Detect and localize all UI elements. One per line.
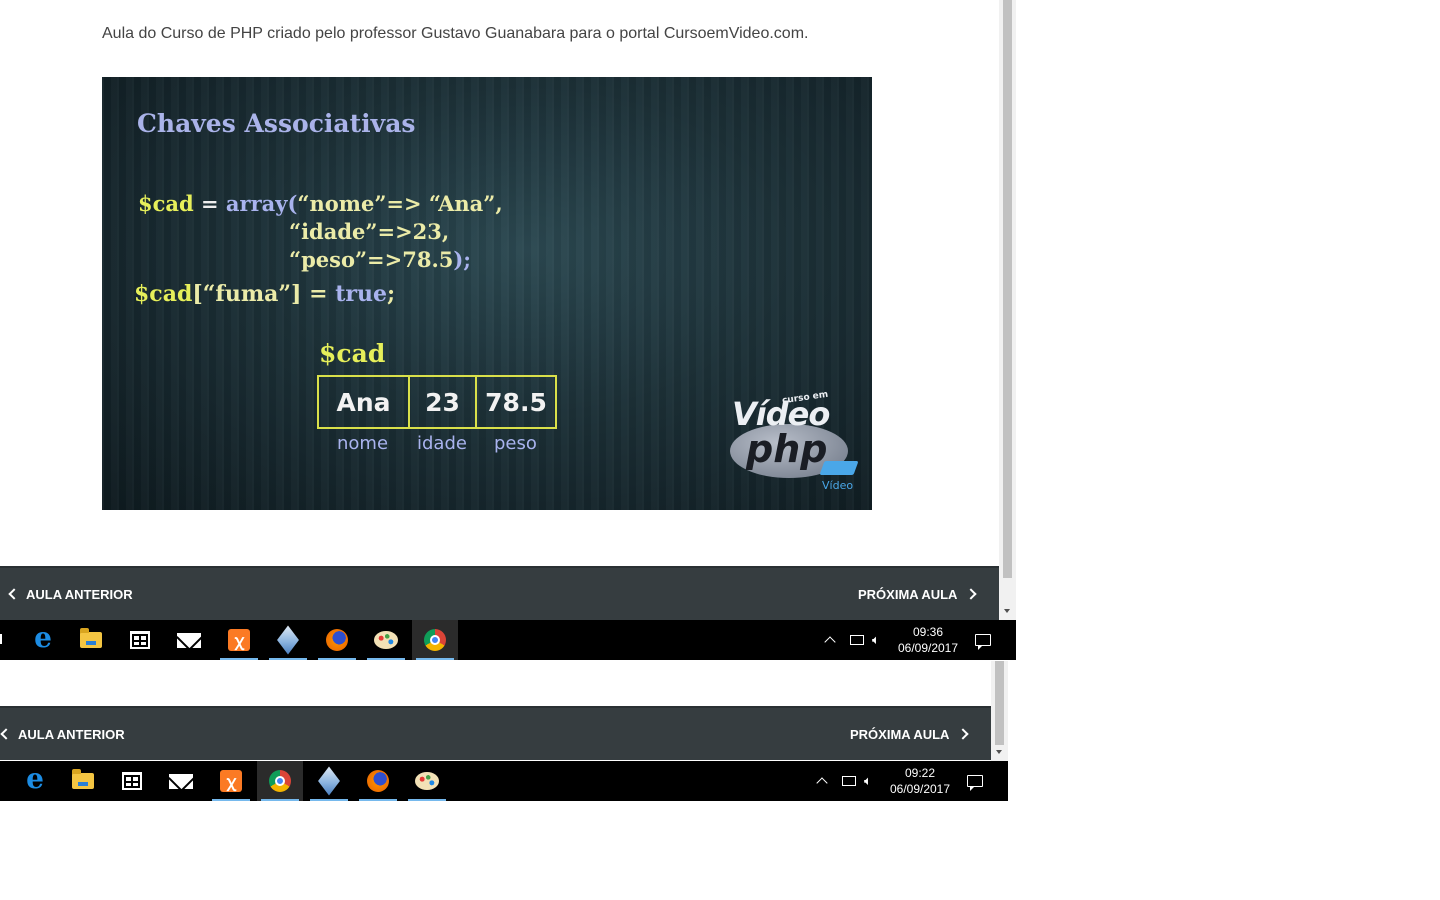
paint-icon[interactable] bbox=[404, 761, 450, 801]
chevron-left-icon bbox=[0, 728, 12, 740]
chevron-right-icon bbox=[965, 588, 978, 600]
code-fn: array( bbox=[225, 191, 298, 216]
start-button-edge[interactable] bbox=[0, 634, 2, 644]
network-icon[interactable] bbox=[842, 761, 856, 801]
array-cell: 78.5 bbox=[475, 375, 557, 429]
slide-title: Chaves Associativas bbox=[137, 109, 416, 138]
store-icon[interactable] bbox=[117, 620, 163, 660]
action-center-icon[interactable] bbox=[975, 620, 991, 660]
previous-lesson-label: AULA ANTERIOR bbox=[18, 726, 125, 742]
page-content: Aula do Curso de PHP criado pelo profess… bbox=[0, 0, 999, 620]
browser-screenshot-1: Aula do Curso de PHP criado pelo profess… bbox=[0, 0, 1016, 661]
logo-php-text: php bbox=[746, 427, 828, 471]
chrome-icon[interactable] bbox=[257, 761, 303, 801]
firefox-icon[interactable] bbox=[314, 620, 360, 660]
vertical-scrollbar[interactable] bbox=[991, 661, 1008, 761]
array-key: nome bbox=[337, 433, 389, 454]
curso-em-video-php-logo: Vídeo curso em php Vídeo bbox=[724, 389, 864, 495]
lesson-navigation-bar: AULA ANTERIOR PRÓXIMA AULA bbox=[0, 566, 999, 620]
volume-icon[interactable]: 🔈︎ bbox=[864, 761, 872, 801]
array-key: peso bbox=[494, 433, 537, 454]
network-icon[interactable] bbox=[850, 620, 864, 660]
next-lesson-label: PRÓXIMA AULA bbox=[850, 726, 950, 742]
array-cell: Ana bbox=[317, 375, 410, 429]
chrome-icon[interactable] bbox=[412, 620, 458, 660]
clock-date: 06/09/2017 bbox=[889, 782, 951, 796]
vertical-scrollbar[interactable] bbox=[999, 0, 1016, 620]
array-label: $cad bbox=[319, 339, 386, 368]
code-bracket: [“fuma”] = bbox=[192, 281, 336, 307]
previous-lesson-link[interactable]: AULA ANTERIOR bbox=[0, 708, 125, 760]
previous-lesson-label: AULA ANTERIOR bbox=[26, 586, 133, 602]
code-str: “peso”=>78.5 bbox=[289, 247, 454, 272]
code-line-3: “peso”=>78.5); bbox=[289, 247, 471, 272]
xampp-icon[interactable]: ꭓ bbox=[216, 620, 262, 660]
store-icon[interactable] bbox=[109, 761, 155, 801]
lesson-navigation-bar: AULA ANTERIOR PRÓXIMA AULA bbox=[0, 706, 991, 760]
play-icon bbox=[819, 461, 859, 475]
next-lesson-link[interactable]: PRÓXIMA AULA bbox=[850, 708, 970, 760]
windows-taskbar: e ꭓ 🔈︎ 09:22 06/09/2017 bbox=[0, 761, 1008, 801]
code-semi: ; bbox=[386, 281, 396, 307]
scroll-down-arrow-icon[interactable] bbox=[1004, 609, 1010, 613]
taskbar-clock[interactable]: 09:36 06/09/2017 bbox=[896, 624, 960, 656]
volume-icon[interactable]: 🔈︎ bbox=[872, 620, 880, 660]
edge-icon[interactable]: e bbox=[20, 620, 66, 660]
show-hidden-icons-caret-icon[interactable] bbox=[824, 620, 836, 660]
file-explorer-icon[interactable] bbox=[68, 620, 114, 660]
code-line-1: $cad = array(“nome”=> “Ana”, bbox=[138, 191, 503, 216]
taskbar-clock[interactable]: 09:22 06/09/2017 bbox=[888, 765, 952, 797]
show-hidden-icons-caret-icon[interactable] bbox=[816, 761, 828, 801]
virtualbox-icon[interactable] bbox=[265, 620, 311, 660]
scroll-down-arrow-icon[interactable] bbox=[996, 750, 1002, 754]
chevron-left-icon bbox=[8, 588, 20, 600]
windows-taskbar: e ꭓ 🔈︎ 09:36 06/09/2017 bbox=[0, 620, 1016, 660]
video-player[interactable]: Chaves Associativas $cad = array(“nome”=… bbox=[102, 77, 872, 510]
next-lesson-label: PRÓXIMA AULA bbox=[858, 586, 958, 602]
lesson-intro-text: Aula do Curso de PHP criado pelo profess… bbox=[102, 25, 809, 42]
code-var: $cad bbox=[134, 281, 193, 307]
mail-icon[interactable] bbox=[166, 620, 212, 660]
file-explorer-icon[interactable] bbox=[60, 761, 106, 801]
next-lesson-link[interactable]: PRÓXIMA AULA bbox=[858, 568, 978, 620]
scrollbar-thumb[interactable] bbox=[995, 661, 1004, 745]
paint-icon[interactable] bbox=[363, 620, 409, 660]
array-cell: 23 bbox=[408, 375, 477, 429]
virtualbox-icon[interactable] bbox=[306, 761, 352, 801]
code-eq: = bbox=[193, 191, 226, 216]
code-line-2: “idade”=>23, bbox=[289, 219, 450, 244]
action-center-icon[interactable] bbox=[967, 761, 983, 801]
xampp-icon[interactable]: ꭓ bbox=[208, 761, 254, 801]
browser-screenshot-2: AULA ANTERIOR PRÓXIMA AULA e ꭓ 🔈︎ 09:22 … bbox=[0, 661, 1008, 801]
array-key: idade bbox=[417, 433, 467, 454]
previous-lesson-link[interactable]: AULA ANTERIOR bbox=[8, 568, 133, 620]
firefox-icon[interactable] bbox=[355, 761, 401, 801]
clock-time: 09:22 bbox=[904, 766, 936, 780]
code-var: $cad bbox=[138, 191, 194, 216]
code-close: ); bbox=[453, 247, 472, 272]
logo-sub-text: Vídeo bbox=[822, 479, 854, 492]
mail-icon[interactable] bbox=[158, 761, 204, 801]
code-line-4: $cad[“fuma”] = true; bbox=[134, 281, 395, 307]
clock-time: 09:36 bbox=[912, 625, 944, 639]
code-str: “nome”=> “Ana”, bbox=[297, 191, 503, 216]
clock-date: 06/09/2017 bbox=[897, 641, 959, 655]
edge-icon[interactable]: e bbox=[12, 761, 58, 801]
scrollbar-thumb[interactable] bbox=[1003, 0, 1012, 578]
chevron-right-icon bbox=[957, 728, 970, 740]
code-bool: true bbox=[335, 281, 387, 307]
